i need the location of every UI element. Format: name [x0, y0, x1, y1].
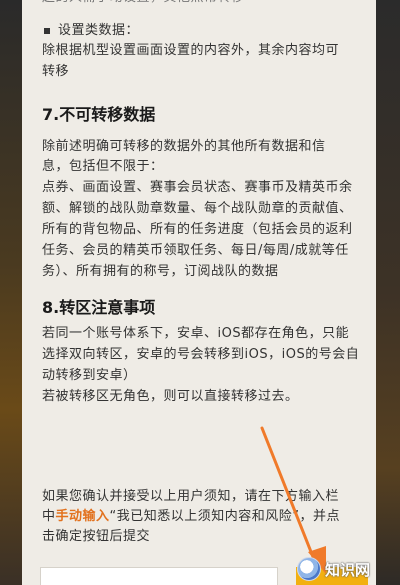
watermark: 知识网: [297, 556, 397, 582]
annotation-arrow-icon: [260, 426, 326, 574]
watermark-logo-icon: [297, 557, 321, 581]
watermark-text: 知识网: [325, 560, 371, 579]
